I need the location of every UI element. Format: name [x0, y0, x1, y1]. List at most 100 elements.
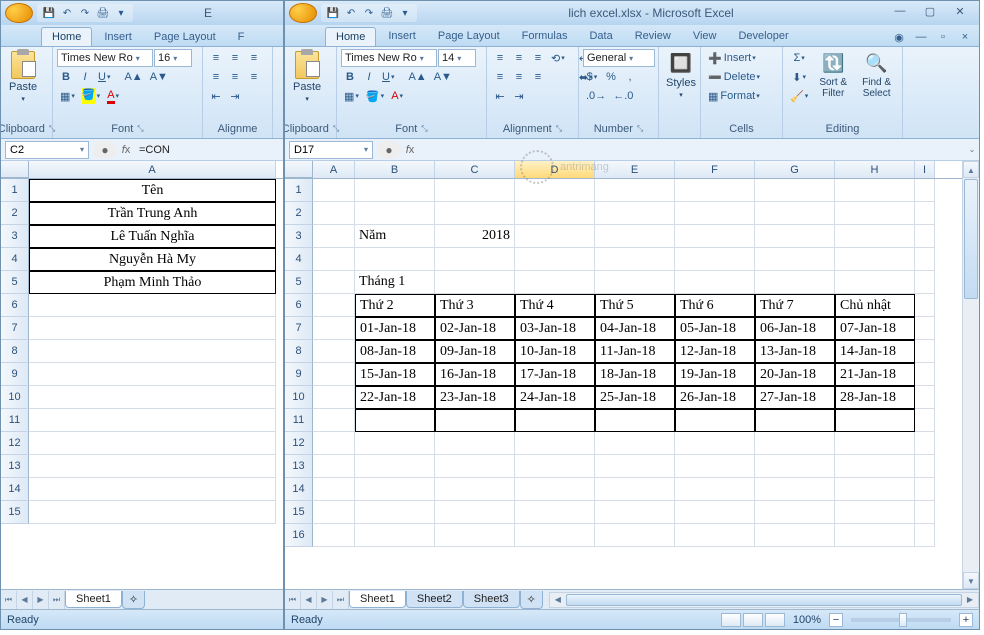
cancel-icon[interactable]: ● — [377, 141, 401, 159]
ribbon-min-icon[interactable]: — — [913, 31, 929, 44]
next-sheet-icon[interactable]: ▶ — [317, 591, 333, 609]
cell[interactable]: 02-Jan-18 — [435, 317, 515, 340]
cell[interactable] — [675, 478, 755, 501]
cell[interactable] — [675, 455, 755, 478]
print-icon[interactable]: 🖨 — [95, 5, 111, 21]
cell[interactable] — [595, 179, 675, 202]
fill-color-button[interactable]: 🪣 — [363, 87, 387, 105]
tab-home[interactable]: Home — [41, 27, 92, 46]
cell[interactable] — [915, 363, 935, 386]
cell[interactable]: Nguyễn Hà My — [29, 248, 276, 271]
paste-button[interactable]: Paste ▾ — [289, 49, 325, 105]
font-size-combo[interactable]: 16▾ — [154, 49, 192, 67]
cell[interactable] — [675, 409, 755, 432]
row-header[interactable]: 14 — [285, 478, 313, 501]
cell[interactable]: 23-Jan-18 — [435, 386, 515, 409]
cell[interactable] — [835, 409, 915, 432]
cell[interactable] — [355, 179, 435, 202]
prev-sheet-icon[interactable]: ◀ — [301, 591, 317, 609]
last-sheet-icon[interactable]: ⏭ — [49, 591, 65, 609]
redo-icon[interactable]: ↷ — [77, 5, 93, 21]
row-header[interactable]: 8 — [1, 340, 29, 363]
cell[interactable] — [755, 179, 835, 202]
cell[interactable]: 10-Jan-18 — [515, 340, 595, 363]
orientation-button[interactable]: ⟲ — [548, 49, 568, 67]
cell[interactable]: 27-Jan-18 — [755, 386, 835, 409]
select-all-button[interactable] — [285, 161, 313, 178]
cell[interactable] — [915, 340, 935, 363]
cell[interactable]: Thứ 6 — [675, 294, 755, 317]
cell[interactable]: 03-Jan-18 — [515, 317, 595, 340]
cell[interactable] — [29, 501, 276, 524]
row-header[interactable]: 3 — [1, 225, 29, 248]
office-button[interactable] — [289, 3, 317, 23]
row-header[interactable]: 7 — [285, 317, 313, 340]
cell[interactable]: 24-Jan-18 — [515, 386, 595, 409]
cell[interactable] — [435, 501, 515, 524]
minimize-button[interactable]: — — [889, 5, 911, 21]
cell[interactable] — [355, 478, 435, 501]
row-header[interactable]: 5 — [285, 271, 313, 294]
cell[interactable] — [355, 432, 435, 455]
cell[interactable]: 25-Jan-18 — [595, 386, 675, 409]
cell[interactable] — [595, 248, 675, 271]
cell[interactable] — [435, 409, 515, 432]
cell[interactable] — [29, 340, 276, 363]
format-button[interactable]: ▦ Format — [705, 87, 779, 105]
italic-button[interactable]: I — [360, 68, 378, 86]
cell[interactable] — [29, 294, 276, 317]
decrease-indent-button[interactable]: ⇤ — [207, 87, 225, 105]
cell[interactable]: 2018 — [435, 225, 515, 248]
cell[interactable]: Thứ 4 — [515, 294, 595, 317]
cell[interactable] — [355, 409, 435, 432]
underline-button[interactable]: U — [95, 68, 113, 86]
align-center-button[interactable]: ≡ — [226, 68, 244, 86]
fx-icon[interactable]: fx — [117, 141, 135, 159]
cell[interactable] — [915, 202, 935, 225]
underline-button[interactable]: U — [379, 68, 397, 86]
row-header[interactable]: 12 — [1, 432, 29, 455]
page-break-button[interactable] — [765, 613, 785, 627]
cell[interactable] — [313, 455, 355, 478]
new-sheet-icon[interactable]: ✧ — [122, 591, 145, 609]
align-right-button[interactable]: ≡ — [245, 68, 263, 86]
maximize-button[interactable]: ▢ — [919, 5, 941, 21]
cell[interactable] — [515, 524, 595, 547]
cell[interactable]: Phạm Minh Thảo — [29, 271, 276, 294]
cell[interactable] — [29, 363, 276, 386]
styles-button[interactable]: 🔲Styles▾ — [663, 49, 699, 101]
cell[interactable] — [755, 501, 835, 524]
titlebar[interactable]: 💾 ↶ ↷ 🖨 ▾ lich excel.xlsx - Microsoft Ex… — [285, 1, 979, 25]
sheet-tab[interactable]: Sheet1 — [349, 591, 406, 608]
cell[interactable] — [313, 501, 355, 524]
cell[interactable]: 22-Jan-18 — [355, 386, 435, 409]
sort-filter-button[interactable]: 🔃Sort & Filter — [813, 49, 853, 101]
cell[interactable] — [675, 501, 755, 524]
page-layout-button[interactable] — [743, 613, 763, 627]
row-header[interactable]: 2 — [285, 202, 313, 225]
cell[interactable] — [595, 202, 675, 225]
fx-icon[interactable]: fx — [401, 141, 419, 159]
tab-page-layout[interactable]: Page Layout — [144, 28, 226, 46]
cell[interactable]: 12-Jan-18 — [675, 340, 755, 363]
cell[interactable] — [835, 455, 915, 478]
border-button[interactable]: ▦ — [341, 87, 362, 105]
align-bottom-button[interactable]: ≡ — [529, 49, 547, 67]
decrease-decimal-button[interactable]: ←.0 — [610, 87, 636, 105]
row-header[interactable]: 10 — [1, 386, 29, 409]
cell[interactable] — [835, 478, 915, 501]
cell[interactable] — [435, 455, 515, 478]
cell[interactable]: 07-Jan-18 — [835, 317, 915, 340]
font-combo[interactable]: Times New Ro▾ — [57, 49, 153, 67]
column-header[interactable]: B — [355, 161, 435, 178]
dialog-launcher-icon[interactable]: ⤡ — [137, 124, 143, 134]
cell[interactable]: 28-Jan-18 — [835, 386, 915, 409]
cell[interactable] — [355, 455, 435, 478]
cell[interactable] — [29, 317, 276, 340]
column-header[interactable]: C — [435, 161, 515, 178]
cell[interactable] — [915, 409, 935, 432]
undo-icon[interactable]: ↶ — [59, 5, 75, 21]
column-header[interactable]: A — [29, 161, 276, 178]
doc-close-icon[interactable]: × — [957, 31, 973, 44]
cell[interactable]: Thứ 3 — [435, 294, 515, 317]
